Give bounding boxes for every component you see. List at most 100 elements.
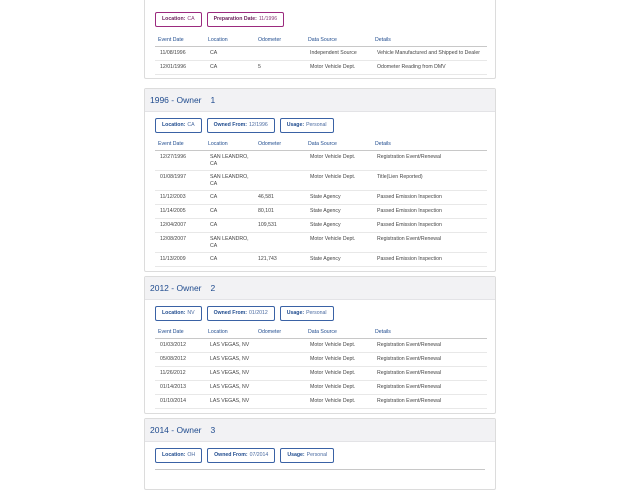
tag-label: Location:: [162, 16, 186, 22]
cell-details: Registration Event/Renewal: [372, 150, 487, 171]
tag-label: Preparation Date:: [213, 16, 257, 22]
tag-value: 12/1996: [249, 122, 268, 128]
cell-odometer: 80,101: [255, 204, 305, 219]
table-row: 11/14/2005 CA 80,101 State Agency Passed…: [155, 204, 487, 219]
cell-source: State Agency: [305, 218, 372, 233]
tag-row: Location: CA Owned From: 12/1996 Usage: Per…: [145, 117, 495, 133]
owner-number: 1: [210, 95, 216, 105]
location-tag[interactable]: Location: CA: [155, 11, 202, 27]
cell-source: Motor Vehicle Dept.: [305, 232, 372, 253]
tag-label: Usage:: [287, 452, 305, 458]
tag-label: Location:: [162, 122, 186, 128]
cell-location: CA: [205, 252, 255, 267]
cell-odometer: [255, 46, 305, 61]
owner-1-header[interactable]: 1996 - Owner 1: [145, 89, 495, 112]
table-row: 11/12/2003 CA 46,581 State Agency Passed…: [155, 190, 487, 205]
events-table: Event Date Location Odometer Data Source…: [155, 325, 487, 409]
cell-details: Registration Event/Renewal: [372, 352, 487, 367]
tag-row: Location: NV Owned From: 01/2012 Usage: Per…: [145, 305, 495, 321]
col-event-date: Event Date: [155, 325, 205, 339]
cell-location: SAN LEANDRO, CA: [205, 150, 255, 171]
cell-details: Registration Event/Renewal: [372, 338, 487, 353]
cell-source: Motor Vehicle Dept.: [305, 366, 372, 381]
cell-location: LAS VEGAS, NV: [205, 366, 255, 381]
cell-date: 01/14/2013: [155, 380, 205, 395]
owner-2-card: 2012 - Owner 2 Location: NV Owned From: 01…: [144, 276, 496, 414]
cell-odometer: [255, 352, 305, 367]
cell-source: State Agency: [305, 204, 372, 219]
cell-date: 12/04/2007: [155, 218, 205, 233]
tag-label: Usage:: [286, 310, 305, 316]
cell-date: 11/13/2009: [155, 252, 205, 267]
cell-odometer: [255, 170, 305, 191]
cell-source: Motor Vehicle Dept.: [305, 338, 372, 353]
owned-from-tag[interactable]: Owned From: 12/1996: [206, 117, 275, 133]
cell-location: CA: [205, 204, 255, 219]
col-data-source: Data Source: [305, 137, 372, 151]
cell-odometer: [255, 338, 305, 353]
usage-tag[interactable]: Usage: Personal: [279, 117, 334, 133]
cell-source: State Agency: [305, 252, 372, 267]
usage-tag[interactable]: Usage: Personal: [280, 447, 335, 463]
cell-location: LAS VEGAS, NV: [205, 394, 255, 409]
events-table: Event Date Location Odometer Data Source…: [155, 33, 487, 75]
table-header-row: Event Date Location Odometer Data Source…: [155, 325, 487, 339]
cell-date: 12/01/1996: [155, 60, 205, 75]
cell-details: Title(Lien Reported): [372, 170, 487, 191]
location-tag[interactable]: Location: NV: [155, 305, 202, 321]
cell-source: Motor Vehicle Dept.: [305, 394, 372, 409]
cell-details: Vehicle Manufactured and Shipped to Deal…: [372, 46, 487, 61]
cell-odometer: 5: [255, 60, 305, 75]
preparation-date-tag[interactable]: Preparation Date: 11/1996: [206, 11, 285, 27]
cell-date: 12/27/1996: [155, 150, 205, 171]
cell-source: Motor Vehicle Dept.: [305, 60, 372, 75]
tag-value: 11/1996: [258, 16, 278, 22]
cell-details: Registration Event/Renewal: [372, 366, 487, 381]
cell-details: Passed Emission Inspection: [372, 190, 487, 205]
tag-value: Personal: [306, 122, 327, 128]
tag-label: Location:: [162, 452, 186, 458]
usage-tag[interactable]: Usage: Personal: [279, 305, 334, 321]
owner-3-header[interactable]: 2014 - Owner 3: [145, 419, 495, 442]
cell-location: SAN LEANDRO, CA: [205, 232, 255, 253]
col-odometer: Odometer: [255, 325, 305, 339]
cell-odometer: [255, 366, 305, 381]
tag-value: 07/2014: [249, 452, 269, 458]
tag-value: OH: [187, 452, 196, 458]
owned-from-tag[interactable]: Owned From: 01/2012: [206, 305, 275, 321]
cell-details: Registration Event/Renewal: [372, 380, 487, 395]
tag-value: Personal: [306, 310, 327, 316]
cell-details: Odometer Reading from DMV: [372, 60, 487, 75]
preparation-card: Location: CA Preparation Date: 11/1996 Eve…: [144, 0, 496, 79]
owner-1-card: 1996 - Owner 1 Location: CA Owned From: 12…: [144, 88, 496, 272]
tag-label: Usage:: [286, 122, 305, 128]
tag-label: Owned From:: [214, 452, 248, 458]
cell-location: CA: [205, 218, 255, 233]
table-header-row: Event Date Location Odometer Data Source…: [155, 137, 487, 151]
owned-from-tag[interactable]: Owned From: 07/2014: [207, 447, 276, 463]
tag-label: Owned From:: [213, 310, 247, 316]
location-tag[interactable]: Location: CA: [155, 117, 202, 133]
tag-value: Personal: [306, 452, 328, 458]
tag-value: CA: [187, 122, 195, 128]
col-location: Location: [205, 325, 255, 339]
cell-date: 11/14/2005: [155, 204, 205, 219]
owner-number: 3: [210, 425, 216, 435]
table-row: 12/27/1996 SAN LEANDRO, CA Motor Vehicle…: [155, 150, 487, 171]
col-location: Location: [205, 33, 255, 47]
owner-2-header[interactable]: 2012 - Owner 2: [145, 277, 495, 300]
cell-odometer: [255, 232, 305, 253]
tag-row: Location: CA Preparation Date: 11/1996: [145, 11, 495, 27]
cell-source: Motor Vehicle Dept.: [305, 150, 372, 171]
cell-date: 05/08/2012: [155, 352, 205, 367]
cell-location: LAS VEGAS, NV: [205, 380, 255, 395]
table-row: 12/01/1996 CA 5 Motor Vehicle Dept. Odom…: [155, 60, 487, 75]
cell-date: 12/08/2007: [155, 232, 205, 253]
owner-title: 2012 - Owner: [150, 283, 202, 293]
tag-value: 01/2012: [249, 310, 268, 316]
cell-date: 01/03/2012: [155, 338, 205, 353]
location-tag[interactable]: Location: OH: [155, 447, 203, 463]
cell-source: Independent Source: [305, 46, 372, 61]
tag-label: Location:: [162, 310, 186, 316]
table-row: 11/26/2012 LAS VEGAS, NV Motor Vehicle D…: [155, 366, 487, 381]
